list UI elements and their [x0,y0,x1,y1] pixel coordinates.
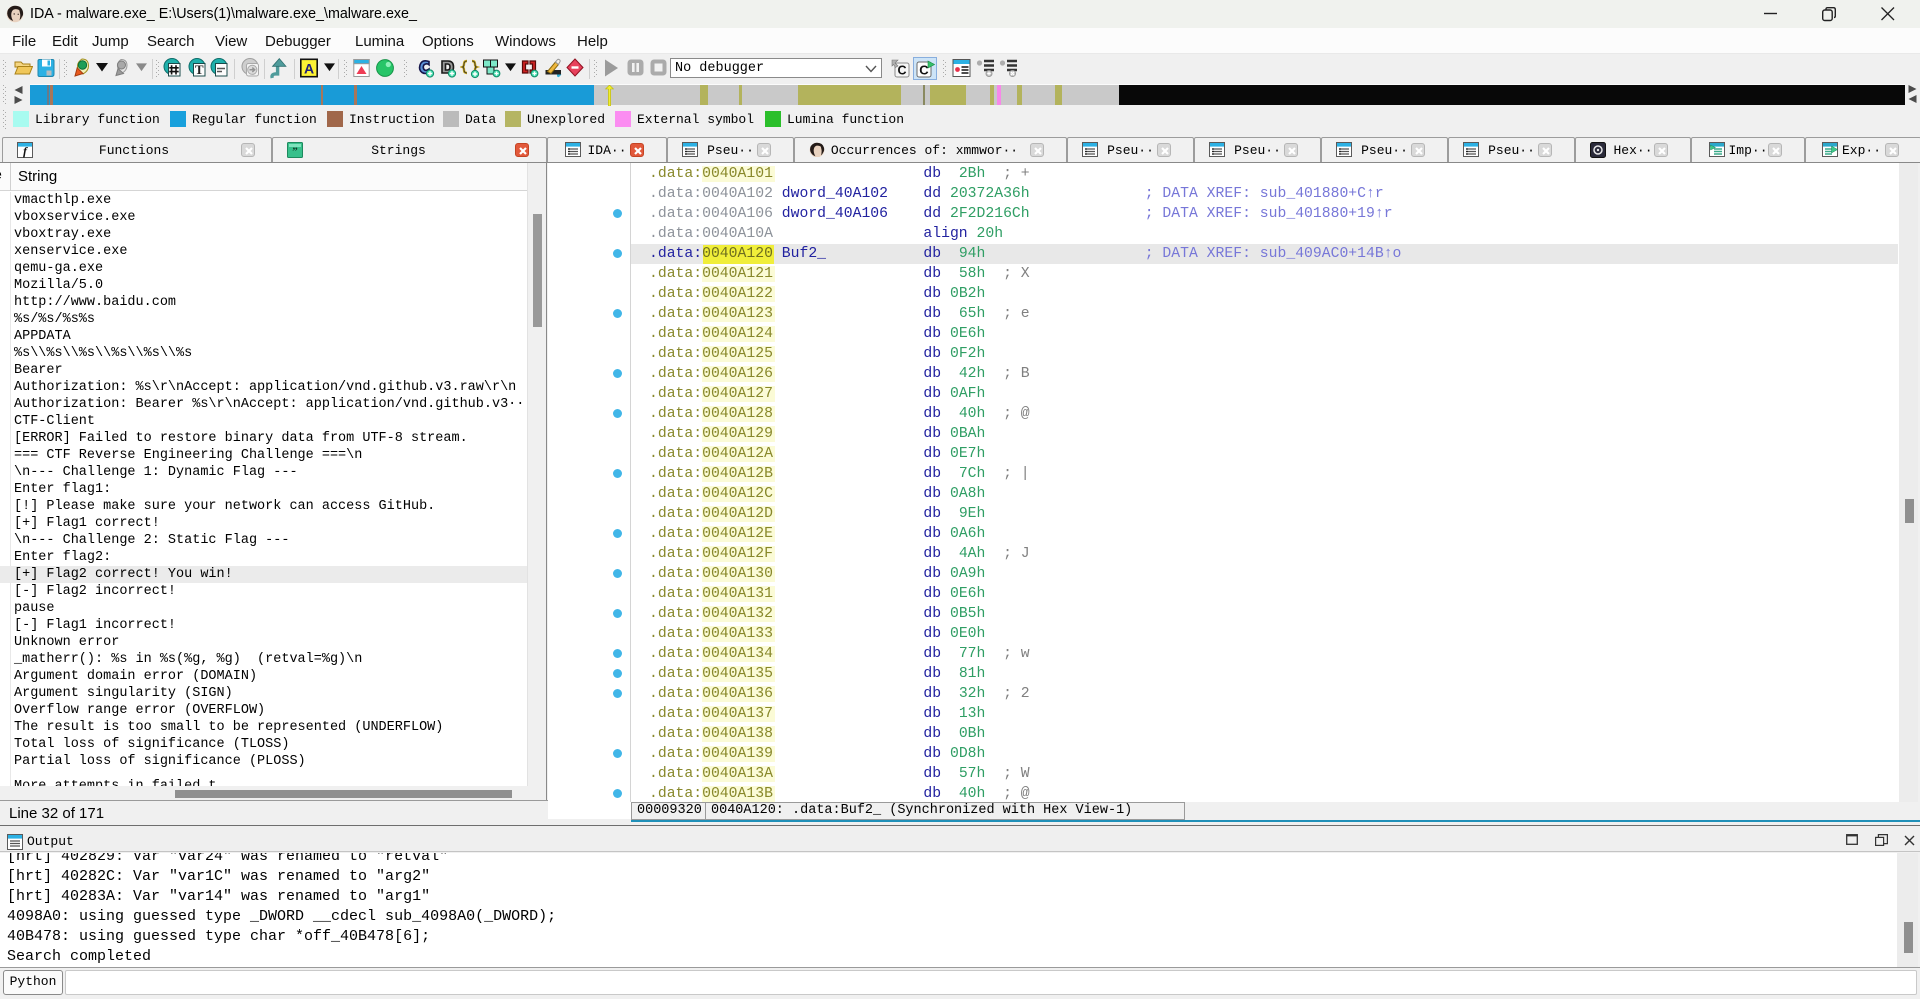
svg-text:A: A [304,61,314,77]
svg-text:T: T [195,62,204,77]
svg-text:C: C [897,64,906,78]
